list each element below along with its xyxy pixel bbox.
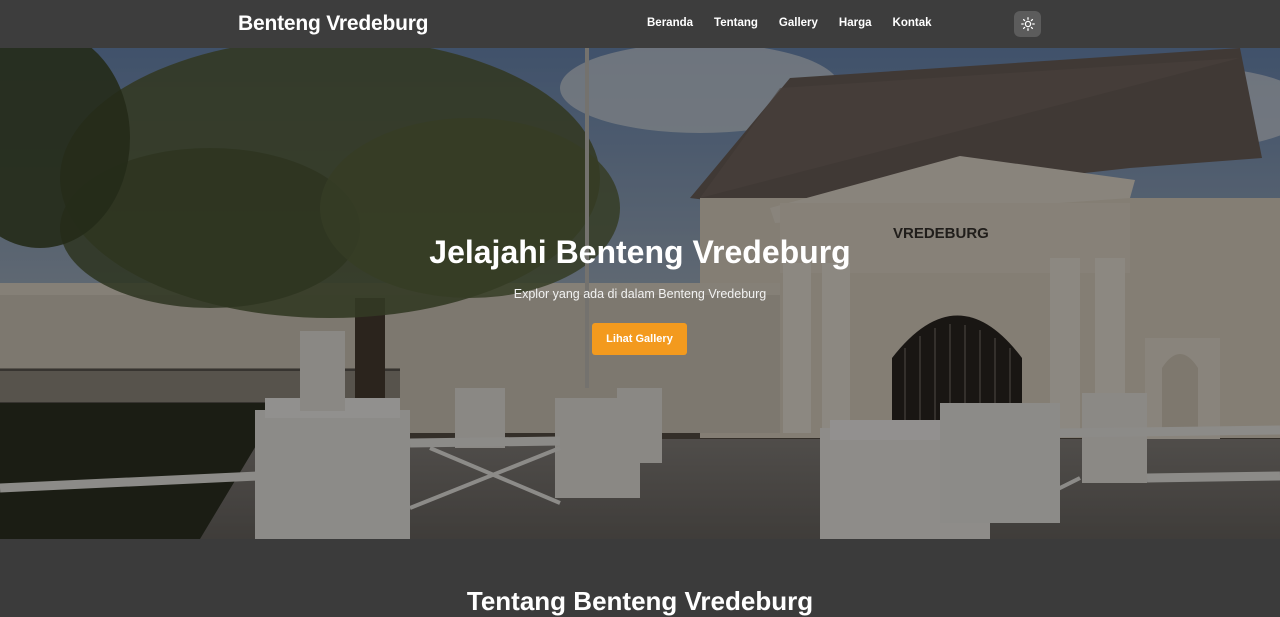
view-gallery-button[interactable]: Lihat Gallery — [592, 323, 687, 355]
about-section-title: Tentang Benteng Vredeburg — [466, 586, 814, 616]
nav-link-tentang[interactable]: Tentang — [714, 17, 758, 29]
nav-menu: Beranda Tentang Gallery Harga Kontak — [647, 17, 953, 29]
hero-title: Jelajahi Benteng Vredeburg — [429, 234, 851, 270]
brand-logo-text[interactable]: Benteng Vredeburg — [238, 12, 428, 36]
theme-toggle-button[interactable] — [1014, 11, 1041, 37]
hero-section: VREDEBURG Jelajahi Benteng Vredeburg Exp… — [0, 48, 1280, 539]
nav-link-gallery[interactable]: Gallery — [779, 17, 818, 29]
navbar: Benteng Vredeburg Beranda Tentang Galler… — [0, 0, 1280, 48]
nav-link-kontak[interactable]: Kontak — [893, 17, 932, 29]
hero-subtitle: Explor yang ada di dalam Benteng Vredebu… — [513, 287, 767, 301]
about-section: Tentang Benteng Vredeburg — [0, 539, 1280, 616]
nav-link-beranda[interactable]: Beranda — [647, 17, 693, 29]
sun-icon — [1020, 17, 1035, 31]
nav-link-harga[interactable]: Harga — [839, 17, 872, 29]
